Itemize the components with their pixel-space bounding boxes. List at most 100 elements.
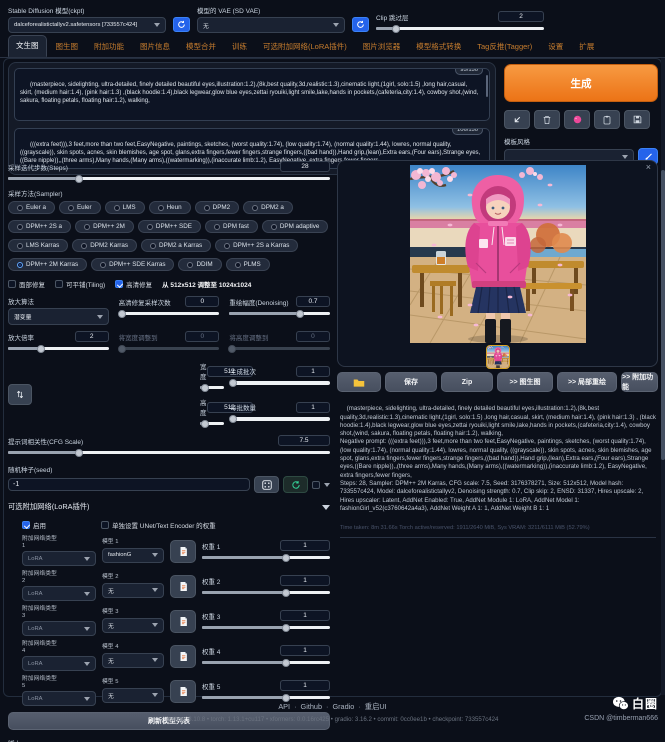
sampler-option[interactable]: DPM fast (205, 220, 258, 233)
tab-image-browser[interactable]: 图片浏览器 (356, 37, 408, 57)
tab-tagger[interactable]: Tag反推(Tagger) (470, 37, 539, 57)
sampler-option[interactable]: LMS Karras (8, 239, 68, 252)
lora-weight-value[interactable]: 1 (280, 575, 330, 586)
batch-size-value[interactable]: 1 (296, 402, 330, 413)
seed-input[interactable]: -1 (8, 478, 250, 491)
sampler-option[interactable]: LMS (105, 201, 145, 214)
upscaler-select[interactable]: 潜变量 (8, 308, 109, 325)
lora-weight-value[interactable]: 1 (280, 680, 330, 691)
batch-count-value[interactable]: 1 (296, 366, 330, 377)
sampler-option[interactable]: DPM2 a Karras (141, 239, 211, 252)
tab-png-info[interactable]: 图片信息 (133, 37, 177, 57)
sampler-option[interactable]: DPM adaptive (262, 220, 329, 233)
tab-extras[interactable]: 附加功能 (87, 37, 131, 57)
chevron-down-icon[interactable] (324, 483, 330, 487)
height-slider[interactable] (200, 419, 224, 428)
sampler-option[interactable]: DPM++ SDE Karras (91, 258, 174, 271)
lora-model-select[interactable]: 无 (102, 688, 164, 703)
sampler-option[interactable]: PLMS (226, 258, 270, 271)
denoising-value[interactable]: 0.7 (296, 296, 330, 307)
positive-prompt-input[interactable]: (masterpiece, sidelighting, ultra-detail… (14, 68, 490, 121)
save-button[interactable]: 保存 (385, 372, 437, 392)
swap-dimensions-button[interactable] (8, 384, 32, 405)
lora-model-select[interactable]: 无 (102, 653, 164, 668)
sampler-option-selected[interactable]: DPM++ 2M Karras (8, 258, 87, 271)
sampler-option[interactable]: DPM++ 2S a (8, 220, 71, 233)
steps-slider[interactable] (8, 174, 330, 183)
steps-value[interactable]: 28 (280, 161, 330, 172)
batch-count-slider[interactable] (230, 379, 330, 388)
sampler-option[interactable]: DPM2 a (243, 201, 293, 214)
tab-extensions[interactable]: 扩展 (572, 37, 601, 57)
sampler-option[interactable]: DDIM (178, 258, 221, 271)
clip-skip-slider[interactable] (376, 24, 544, 33)
send-to-inpaint-button[interactable]: >> 局部重绘 (557, 372, 617, 392)
tab-settings[interactable]: 设置 (541, 37, 570, 57)
lora-type-select[interactable]: LoRA (22, 551, 96, 566)
denoising-slider[interactable] (229, 309, 330, 318)
lora-model-select[interactable]: 无 (102, 618, 164, 633)
cfg-value[interactable]: 7.5 (278, 435, 330, 446)
lora-weight-slider[interactable] (202, 623, 330, 632)
tab-img2img[interactable]: 图生图 (49, 37, 86, 57)
lora-weight-slider[interactable] (202, 553, 330, 562)
hires-steps-value[interactable]: 0 (185, 296, 219, 307)
clip-skip-value[interactable]: 2 (498, 11, 544, 22)
sampler-option[interactable]: DPM++ SDE (138, 220, 201, 233)
send-to-img2img-button[interactable]: >> 图生图 (497, 372, 553, 392)
extra-networks-button[interactable] (564, 110, 590, 129)
additional-networks-header[interactable]: 可选附加网络(LoRA插件) (8, 502, 330, 512)
lora-separate-weights-checkbox[interactable]: 单独设置 UNet/Text Encoder 的权重 (101, 520, 216, 530)
batch-size-slider[interactable] (230, 415, 330, 424)
lora-model-info-button[interactable] (170, 645, 196, 668)
gradio-link[interactable]: Gradio (326, 702, 354, 712)
generated-image[interactable] (410, 165, 586, 343)
scrollbar-thumb[interactable] (661, 170, 665, 460)
lora-model-info-button[interactable] (170, 680, 196, 703)
upscale-by-value[interactable]: 2 (75, 331, 109, 342)
reload-ui-link[interactable]: 重启UI (358, 702, 386, 712)
lora-weight-slider[interactable] (202, 693, 330, 702)
lora-model-select[interactable]: 无 (102, 583, 164, 598)
save-style-button[interactable] (624, 110, 650, 129)
send-to-extras-button[interactable]: >> 附加功能 (621, 372, 658, 392)
hires-fix-checkbox[interactable]: 高清修复 (115, 279, 152, 289)
hires-steps-slider[interactable] (119, 309, 220, 318)
github-link[interactable]: Github (294, 702, 322, 712)
sampler-option[interactable]: DPM2 (195, 201, 240, 214)
textarea-scrollbar[interactable] (486, 75, 489, 97)
face-restore-checkbox[interactable]: 面部修复 (8, 279, 45, 289)
upscale-by-slider[interactable] (8, 344, 109, 353)
vae-refresh-button[interactable] (352, 17, 369, 32)
clear-prompt-button[interactable] (534, 110, 560, 129)
apply-style-button[interactable] (594, 110, 620, 129)
sampler-option[interactable]: DPM2 Karras (72, 239, 137, 252)
lora-weight-value[interactable]: 1 (280, 610, 330, 621)
random-seed-button[interactable] (254, 476, 279, 493)
lora-type-select[interactable]: LoRA (22, 586, 96, 601)
generate-button[interactable]: 生成 (504, 64, 658, 102)
gallery-thumbnail[interactable] (486, 345, 510, 369)
lora-model-info-button[interactable] (170, 610, 196, 633)
sampler-option[interactable]: Euler (59, 201, 101, 214)
tab-model-converter[interactable]: 模型格式转换 (409, 37, 468, 57)
sampler-option[interactable]: DPM++ 2S a Karras (215, 239, 298, 252)
reuse-seed-button[interactable] (283, 476, 308, 493)
api-link[interactable]: API (278, 702, 290, 712)
open-folder-button[interactable] (337, 372, 381, 392)
zip-button[interactable]: Zip (441, 372, 493, 392)
lora-enable-checkbox[interactable]: 启用 (22, 520, 46, 530)
sampler-option[interactable]: Heun (149, 201, 191, 214)
sampler-option[interactable]: Euler a (8, 201, 55, 214)
tiling-checkbox[interactable]: 可平铺(Tiling) (55, 279, 105, 289)
checkpoint-refresh-button[interactable] (173, 17, 190, 32)
lora-weight-value[interactable]: 1 (280, 645, 330, 656)
lora-type-select[interactable]: LoRA (22, 621, 96, 636)
vae-select[interactable]: 无 (197, 17, 345, 33)
lora-weight-slider[interactable] (202, 588, 330, 597)
lora-model-info-button[interactable] (170, 575, 196, 598)
lora-type-select[interactable]: LoRA (22, 656, 96, 671)
checkpoint-select[interactable]: dalceforealistictallyv2.safetensors [733… (8, 17, 166, 33)
lora-model-select[interactable]: fashionG (102, 548, 164, 563)
tab-additional-networks[interactable]: 可选附加网络(LoRA插件) (256, 37, 354, 57)
